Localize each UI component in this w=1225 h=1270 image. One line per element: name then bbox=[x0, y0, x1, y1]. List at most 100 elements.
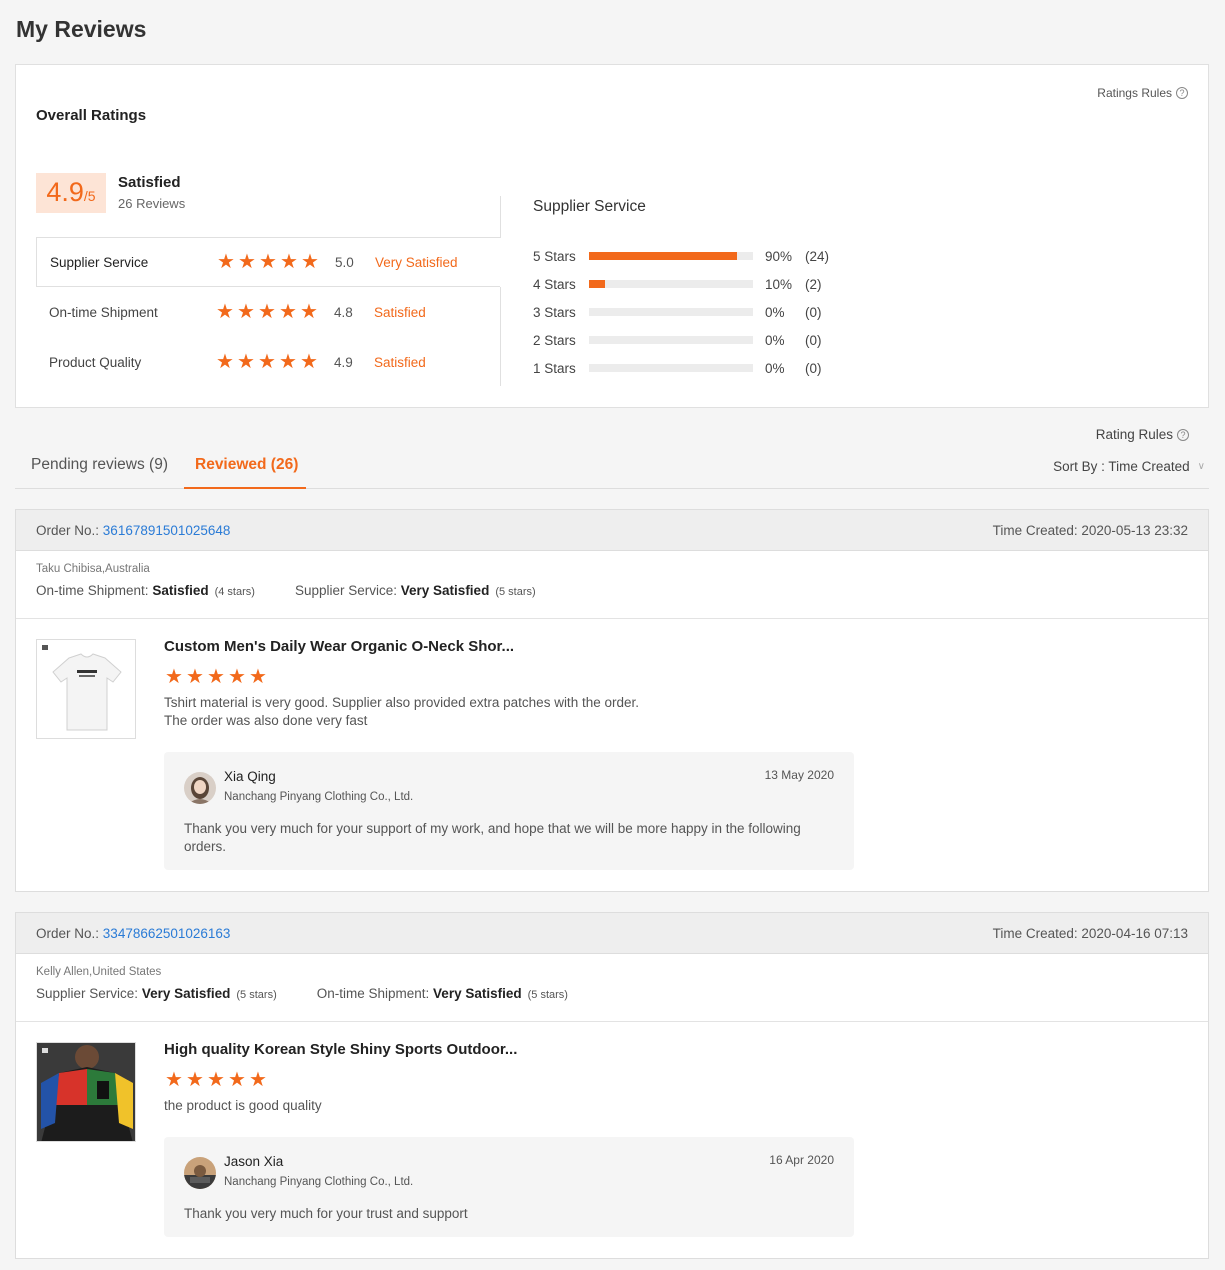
order-ratings: On-time Shipment: Satisfied (4 stars) Sup… bbox=[36, 583, 1188, 598]
overall-score-suffix: /5 bbox=[83, 188, 96, 204]
review-text-line: the product is good quality bbox=[164, 1098, 322, 1113]
distribution-bar bbox=[589, 280, 753, 288]
rating-value: Very Satisfied bbox=[400, 583, 490, 598]
star-icon: ★ bbox=[238, 251, 256, 273]
order-rating-item: Supplier Service: Very Satisfied (5 stars… bbox=[36, 986, 277, 1001]
product-title[interactable]: High quality Korean Style Shiny Sports O… bbox=[164, 1041, 517, 1058]
order-card: Order No.: 33478662501026163 Time Create… bbox=[15, 912, 1209, 1259]
review-text-line: Tshirt material is very good. Supplier a… bbox=[164, 695, 639, 710]
distribution-label: 2 Stars bbox=[533, 332, 576, 348]
avatar bbox=[184, 1157, 216, 1189]
review-body: Custom Men's Daily Wear Organic O-Neck S… bbox=[16, 619, 1208, 889]
distribution-bar bbox=[589, 364, 753, 372]
dimension-name: Supplier Service bbox=[50, 254, 149, 270]
tab-reviewed[interactable]: Reviewed (26) bbox=[195, 456, 298, 474]
star-rating: ★ ★ ★ ★ ★ bbox=[216, 252, 320, 272]
review-text-line: The order was also done very fast bbox=[164, 713, 368, 728]
star-icon: ★ bbox=[249, 666, 267, 688]
review-text: the product is good quality bbox=[164, 1097, 322, 1115]
distribution-fill bbox=[589, 280, 606, 288]
distribution-row: 4 Stars 10% (2) bbox=[533, 270, 829, 298]
star-icon: ★ bbox=[279, 301, 297, 323]
star-icon: ★ bbox=[207, 1069, 225, 1091]
ratings-rules-link[interactable]: Ratings Rules ? bbox=[1097, 86, 1188, 100]
review-star-rating: ★ ★ ★ ★ ★ bbox=[164, 1070, 268, 1090]
order-number-label: Order No.: bbox=[36, 925, 100, 941]
rating-stars-count: (4 stars) bbox=[214, 586, 255, 598]
reply-text: Thank you very much for your trust and s… bbox=[184, 1206, 468, 1221]
rating-label: On-time Shipment: bbox=[36, 583, 149, 598]
review-tabs: Pending reviews (9) Reviewed (26) bbox=[15, 440, 1209, 489]
rating-value: Very Satisfied bbox=[141, 986, 231, 1001]
product-title[interactable]: Custom Men's Daily Wear Organic O-Neck S… bbox=[164, 638, 514, 655]
distribution-percent: 0% bbox=[765, 360, 785, 376]
order-number-link[interactable]: 33478662501026163 bbox=[103, 926, 231, 941]
review-count: 26 Reviews bbox=[118, 196, 186, 211]
overall-status: Satisfied bbox=[118, 174, 181, 191]
distribution-count: (0) bbox=[805, 304, 822, 320]
star-icon: ★ bbox=[258, 301, 276, 323]
dimension-score: 5.0 bbox=[335, 254, 354, 270]
dimension-row-product-quality[interactable]: Product Quality ★ ★ ★ ★ ★ 4.9 Satisfied bbox=[36, 337, 501, 387]
review-star-rating: ★ ★ ★ ★ ★ bbox=[164, 667, 268, 687]
dimension-score: 4.9 bbox=[334, 354, 353, 370]
product-image[interactable] bbox=[36, 639, 136, 739]
star-rating: ★ ★ ★ ★ ★ bbox=[215, 352, 319, 372]
rating-value: Satisfied bbox=[152, 583, 209, 598]
dimension-row-on-time-shipment[interactable]: On-time Shipment ★ ★ ★ ★ ★ 4.8 Satisfied bbox=[36, 287, 501, 337]
order-number-line: Order No.: 33478662501026163 bbox=[36, 926, 230, 941]
tshirt-icon bbox=[37, 640, 135, 738]
sort-by-label: Sort By : Time Created bbox=[1053, 459, 1190, 474]
divider bbox=[500, 196, 501, 386]
product-image[interactable] bbox=[36, 1042, 136, 1142]
distribution-bar bbox=[589, 308, 753, 316]
divider-gap bbox=[500, 238, 501, 287]
reply-date: 13 May 2020 bbox=[764, 768, 834, 782]
star-icon: ★ bbox=[280, 251, 298, 273]
help-icon: ? bbox=[1177, 428, 1189, 441]
distribution-bar bbox=[589, 336, 753, 344]
distribution-count: (0) bbox=[805, 332, 822, 348]
avatar bbox=[184, 772, 216, 804]
star-icon: ★ bbox=[237, 301, 255, 323]
tab-pending-reviews[interactable]: Pending reviews (9) bbox=[31, 456, 168, 474]
distribution-label: 4 Stars bbox=[533, 276, 576, 292]
supplier-reply: Xia Qing Nanchang Pinyang Clothing Co., … bbox=[164, 752, 854, 870]
order-rating-item: Supplier Service: Very Satisfied (5 stars… bbox=[295, 583, 536, 598]
dimension-name: On-time Shipment bbox=[49, 304, 158, 320]
star-icon: ★ bbox=[186, 1069, 204, 1091]
rating-stars-count: (5 stars) bbox=[495, 586, 536, 598]
distribution-row: 5 Stars 90% (24) bbox=[533, 242, 829, 270]
rating-stars-count: (5 stars) bbox=[527, 989, 568, 1001]
star-icon: ★ bbox=[249, 1069, 267, 1091]
order-card: Order No.: 36167891501025648 Time Create… bbox=[15, 509, 1209, 892]
order-number-label: Order No.: bbox=[36, 522, 100, 538]
order-ratings: Supplier Service: Very Satisfied (5 stars… bbox=[36, 986, 1188, 1001]
dimension-row-supplier-service[interactable]: Supplier Service ★ ★ ★ ★ ★ 5.0 Very Satisfie… bbox=[36, 237, 501, 287]
star-icon: ★ bbox=[258, 351, 276, 373]
sort-by-dropdown[interactable]: Sort By : Time Created ∨ bbox=[1053, 459, 1205, 474]
dimension-status: Very Satisfied bbox=[375, 254, 458, 270]
overall-ratings-title: Overall Ratings bbox=[36, 107, 147, 124]
ratings-rules-label: Ratings Rules bbox=[1097, 86, 1172, 100]
order-time-created: Time Created: 2020-04-16 07:13 bbox=[992, 925, 1188, 941]
order-number-link[interactable]: 36167891501025648 bbox=[103, 523, 231, 538]
rating-value: Very Satisfied bbox=[433, 986, 522, 1001]
review-text: Tshirt material is very good. Supplier a… bbox=[164, 694, 639, 730]
star-distribution: 5 Stars 90% (24) 4 Stars 10% (2) 3 Stars… bbox=[533, 242, 829, 382]
order-rating-item: On-time Shipment: Satisfied (4 stars) bbox=[36, 583, 255, 598]
review-body: High quality Korean Style Shiny Sports O… bbox=[16, 1022, 1208, 1256]
distribution-row: 1 Stars 0% (0) bbox=[533, 354, 829, 382]
rating-label: On-time Shipment: bbox=[316, 986, 430, 1001]
star-icon: ★ bbox=[228, 666, 246, 688]
star-icon: ★ bbox=[228, 1069, 246, 1091]
star-icon: ★ bbox=[300, 351, 318, 373]
star-icon: ★ bbox=[207, 666, 225, 688]
distribution-percent: 0% bbox=[765, 332, 785, 348]
dimension-score: 4.8 bbox=[334, 304, 353, 320]
distribution-label: 1 Stars bbox=[533, 360, 576, 376]
avatar-icon bbox=[184, 772, 216, 804]
order-number-line: Order No.: 36167891501025648 bbox=[36, 523, 230, 538]
order-header: Order No.: 33478662501026163 Time Create… bbox=[16, 913, 1208, 954]
star-icon: ★ bbox=[216, 301, 234, 323]
